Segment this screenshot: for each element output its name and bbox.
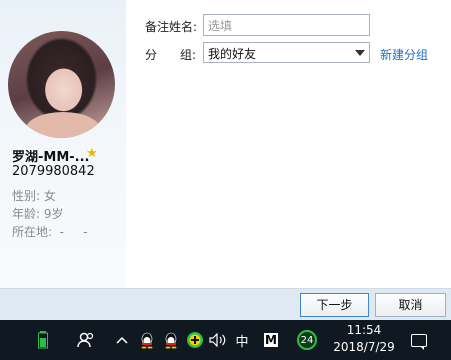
- group-select[interactable]: 我的好友: [203, 42, 370, 63]
- badge-count: 24: [297, 330, 317, 350]
- taskbar: 中 M 24 11:54 2018/7/29: [0, 320, 451, 360]
- profile-panel: 罗湖-MM-... ★ 2079980842 性别: 女 年龄: 9岁 所在地:…: [0, 0, 126, 288]
- avatar: [8, 31, 115, 138]
- gender-text: 性别: 女: [12, 189, 56, 203]
- new-group-link[interactable]: 新建分组: [380, 46, 428, 63]
- remark-input[interactable]: 选填: [203, 14, 370, 36]
- clock-date: 2018/7/29: [333, 340, 395, 354]
- volume-icon[interactable]: [208, 320, 228, 360]
- m-app-label: M: [264, 333, 278, 347]
- chevron-up-icon[interactable]: [114, 320, 130, 360]
- group-select-value: 我的好友: [208, 47, 257, 61]
- cancel-button[interactable]: 取消: [375, 293, 446, 317]
- ime-indicator[interactable]: 中: [233, 320, 251, 360]
- clock-time: 11:54: [346, 323, 382, 337]
- nickname: 罗湖-MM-...: [12, 150, 90, 165]
- group-label-b: 组:: [180, 48, 197, 62]
- clock[interactable]: 11:54 2018/7/29: [324, 322, 404, 356]
- action-center-icon[interactable]: [408, 320, 430, 360]
- star-icon: ★: [86, 146, 98, 161]
- qq-penguin-icon[interactable]: [138, 320, 156, 360]
- qq-penguin-icon-2[interactable]: [162, 320, 180, 360]
- group-label-a: 分: [145, 48, 158, 62]
- battery-icon[interactable]: [34, 320, 52, 360]
- remark-placeholder: 选填: [208, 19, 233, 33]
- age-text: 年龄: 9岁: [12, 207, 64, 221]
- remark-label: 备注姓名:: [145, 20, 198, 34]
- qq-number: 2079980842: [12, 164, 95, 179]
- security-plus-icon[interactable]: [186, 320, 204, 360]
- dropdown-arrow-icon: [355, 50, 365, 56]
- next-button[interactable]: 下一步: [300, 293, 369, 317]
- location-text: 所在地: - -: [12, 225, 88, 239]
- people-icon[interactable]: [76, 320, 96, 360]
- m-app-icon[interactable]: M: [262, 320, 280, 360]
- notification-count-icon[interactable]: 24: [296, 320, 318, 360]
